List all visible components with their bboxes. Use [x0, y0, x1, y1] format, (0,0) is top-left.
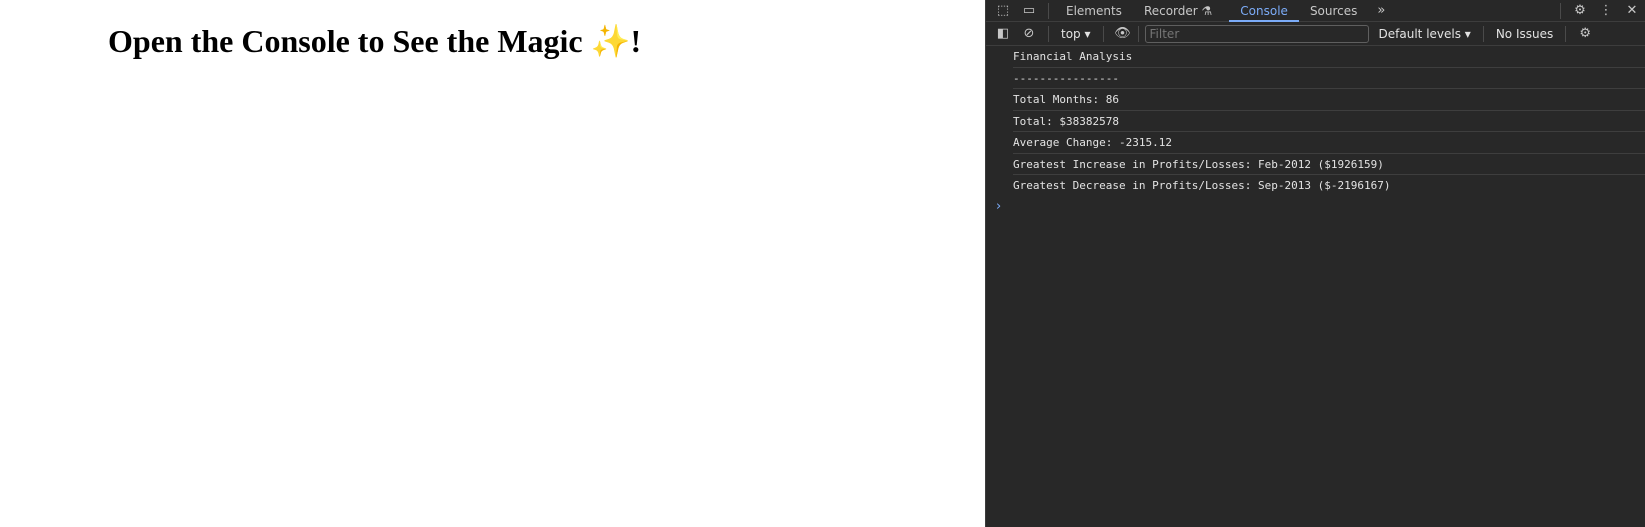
console-prompt[interactable]: › [986, 199, 1645, 214]
live-expression-eye-icon[interactable]: 👁 [1110, 26, 1136, 41]
devtools-tabbar: ⬚ ▭ Elements Recorder ⚗ Console Sources … [986, 0, 1645, 22]
tab-elements[interactable]: Elements [1055, 0, 1133, 22]
more-tabs-icon[interactable]: » [1368, 3, 1394, 18]
page-heading: Open the Console to See the Magic ✨! [108, 22, 641, 60]
device-toolbar-icon[interactable]: ▭ [1016, 3, 1042, 18]
sidebar-toggle-icon[interactable]: ◧ [990, 26, 1016, 41]
console-message: Financial Analysis [1013, 46, 1645, 68]
context-selector[interactable]: top ▾ [1055, 27, 1097, 41]
console-toolbar: ◧ ⊘ top ▾ 👁 Default levels ▾ No Issues ⚙ [986, 22, 1645, 46]
divider [1102, 25, 1104, 42]
close-icon[interactable]: ✕ [1619, 3, 1645, 18]
inspect-element-icon[interactable]: ⬚ [990, 3, 1016, 18]
sparkles-icon: ✨ [590, 23, 631, 59]
tab-recorder[interactable]: Recorder ⚗ [1133, 0, 1223, 22]
divider [1560, 2, 1561, 19]
devtools-panel: ⬚ ▭ Elements Recorder ⚗ Console Sources … [985, 0, 1645, 527]
tab-console[interactable]: Console [1229, 0, 1299, 22]
clear-console-icon[interactable]: ⊘ [1016, 26, 1042, 41]
web-page: Open the Console to See the Magic ✨! [0, 0, 985, 527]
console-message: Average Change: -2315.12 [1013, 132, 1645, 154]
more-options-icon[interactable]: ⋮ [1593, 3, 1619, 18]
console-message: ---------------- [1013, 68, 1645, 89]
divider [1048, 2, 1049, 19]
settings-gear-icon[interactable]: ⚙ [1567, 3, 1593, 18]
console-message: Total Months: 86 [1013, 89, 1645, 111]
tab-sources[interactable]: Sources [1299, 0, 1368, 22]
filter-input[interactable] [1144, 24, 1369, 43]
context-label: top [1061, 26, 1081, 41]
divider [1137, 25, 1139, 42]
console-message: Total: $38382578 [1013, 111, 1645, 132]
console-settings-gear-icon[interactable]: ⚙ [1572, 26, 1598, 41]
console-output: Financial Analysis ---------------- Tota… [986, 46, 1645, 197]
console-message: Greatest Increase in Profits/Losses: Feb… [1013, 154, 1645, 175]
heading-exclamation: ! [630, 23, 642, 59]
divider [1048, 25, 1049, 42]
console-message: Greatest Decrease in Profits/Losses: Sep… [1013, 179, 1391, 192]
heading-text: Open the Console to See the Magic [108, 23, 591, 59]
log-levels-dropdown[interactable]: Default levels ▾ [1373, 27, 1477, 41]
chevron-down-icon: ▾ [1084, 26, 1091, 41]
divider [1565, 25, 1567, 42]
divider [1482, 25, 1484, 42]
prompt-chevron-icon: › [996, 198, 1002, 214]
issues-button[interactable]: No Issues [1490, 27, 1559, 41]
